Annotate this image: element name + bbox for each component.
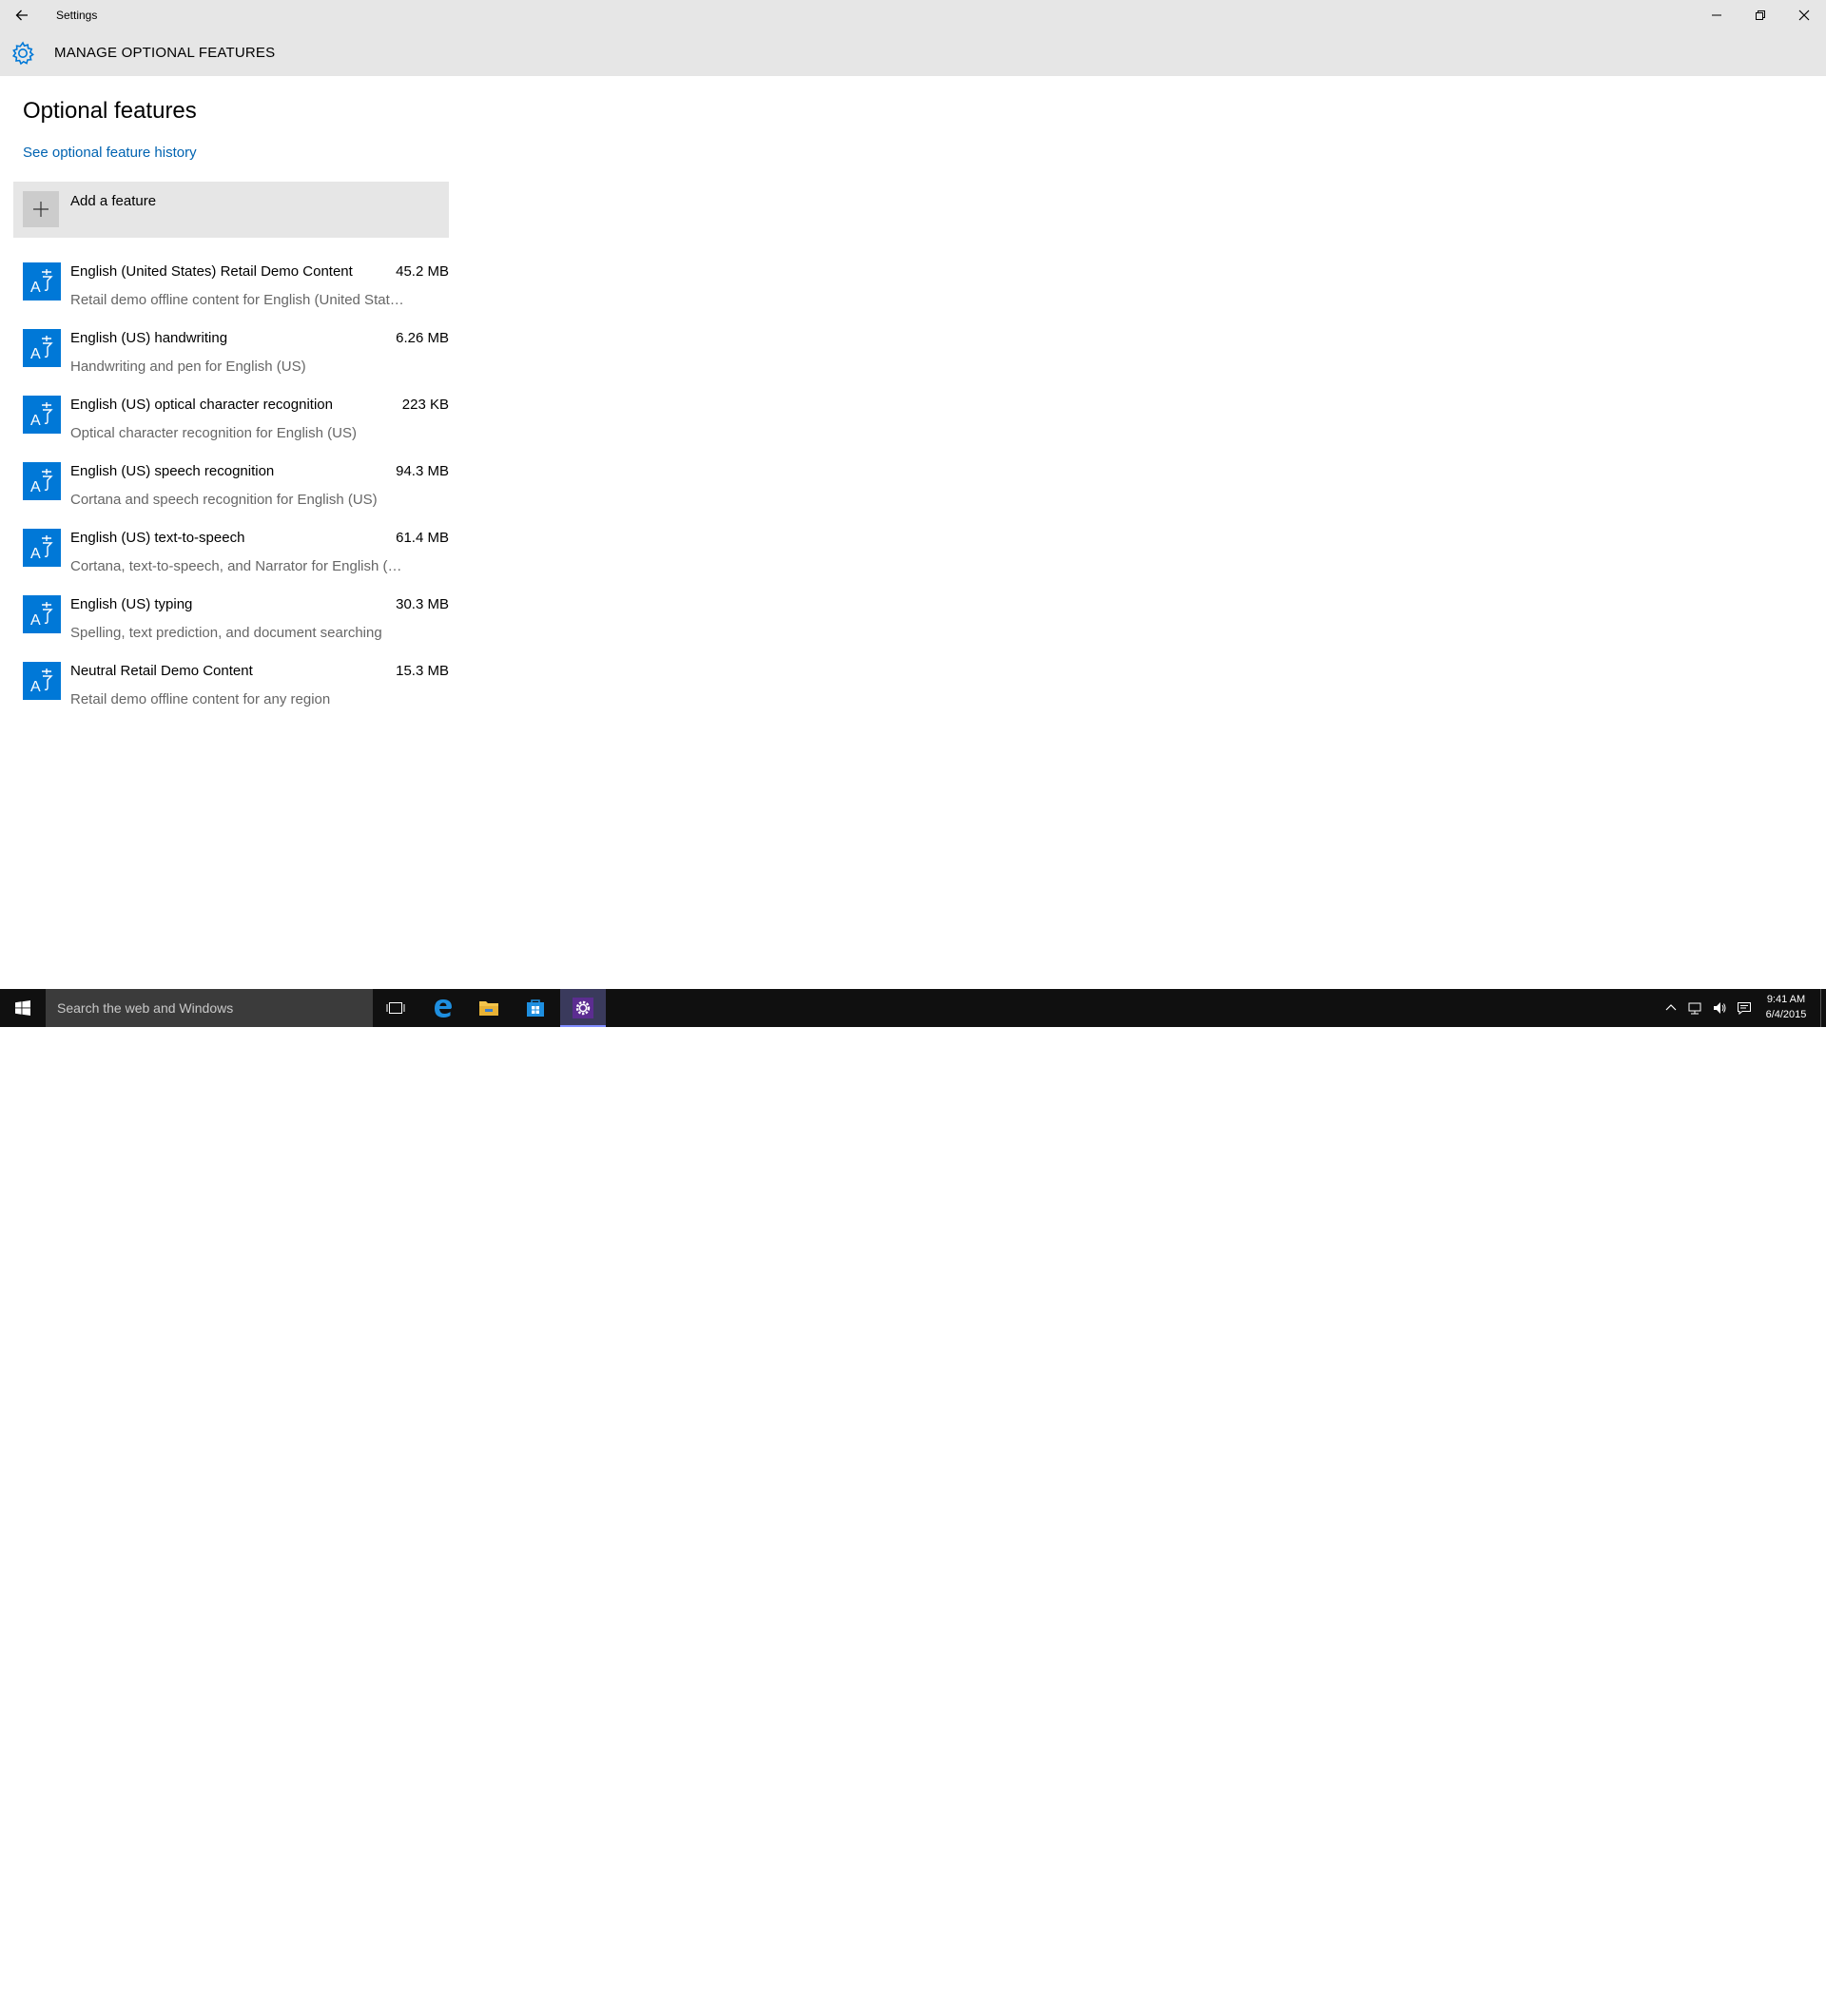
feature-description: Handwriting and pen for English (US) — [70, 359, 306, 375]
start-button[interactable] — [0, 989, 46, 1027]
feature-description: Cortana and speech recognition for Engli… — [70, 492, 378, 508]
task-view-icon — [386, 1002, 405, 1014]
folder-icon — [479, 1001, 498, 1016]
restore-button[interactable] — [1739, 0, 1782, 30]
feature-description: Cortana, text-to-speech, and Narrator fo… — [70, 558, 407, 574]
feature-name: English (US) speech recognition — [70, 463, 275, 479]
settings-gear-icon — [573, 998, 593, 1018]
feature-description: Optical character recognition for Englis… — [70, 425, 357, 441]
feature-name: English (US) typing — [70, 596, 193, 612]
close-icon — [1798, 10, 1810, 21]
svg-text:A: A — [30, 280, 41, 296]
feature-list: A English (United States) Retail Demo Co… — [23, 260, 449, 726]
volume-icon[interactable] — [1712, 1000, 1727, 1016]
search-input[interactable]: Search the web and Windows — [46, 989, 373, 1027]
svg-text:A: A — [30, 413, 41, 429]
svg-text:A: A — [30, 346, 41, 362]
task-view-button[interactable] — [373, 989, 418, 1027]
page-header: MANAGE OPTIONAL FEATURES — [0, 30, 1826, 76]
feature-item[interactable]: A English (US) text-to-speech 61.4 MB Co… — [23, 526, 449, 592]
feature-size: 30.3 MB — [396, 596, 449, 612]
close-button[interactable] — [1782, 0, 1826, 30]
chevron-up-icon[interactable] — [1664, 1001, 1678, 1015]
feature-item[interactable]: A Neutral Retail Demo Content 15.3 MB Re… — [23, 659, 449, 726]
language-icon: A — [23, 396, 61, 434]
feature-size: 15.3 MB — [396, 663, 449, 679]
clock[interactable]: 9:41 AM 6/4/2015 — [1758, 992, 1815, 1022]
clock-time: 9:41 AM — [1766, 994, 1806, 1005]
edge-button[interactable] — [420, 989, 466, 1027]
feature-name: Neutral Retail Demo Content — [70, 663, 253, 679]
language-icon: A — [23, 262, 61, 300]
notification-icon[interactable] — [1737, 1000, 1752, 1016]
minimize-button[interactable] — [1695, 0, 1739, 30]
feature-description: Spelling, text prediction, and document … — [70, 625, 382, 641]
language-icon: A — [23, 662, 61, 700]
feature-item[interactable]: A English (US) speech recognition 94.3 M… — [23, 459, 449, 526]
file-explorer-button[interactable] — [466, 989, 512, 1027]
feature-item[interactable]: A English (United States) Retail Demo Co… — [23, 260, 449, 326]
feature-description: Retail demo offline content for any regi… — [70, 691, 331, 708]
feature-size: 223 KB — [401, 397, 449, 413]
watermark-text: The Collection Book — [1647, 1982, 1801, 2001]
feature-item[interactable]: A English (US) optical character recogni… — [23, 393, 449, 459]
plus-icon — [23, 191, 59, 227]
svg-text:A: A — [30, 612, 41, 629]
show-desktop-button[interactable] — [1820, 989, 1826, 1027]
svg-text:A: A — [30, 479, 41, 495]
back-arrow-icon — [15, 10, 28, 21]
book-icon — [1591, 1978, 1639, 2014]
app-title: Settings — [56, 9, 98, 22]
network-icon[interactable] — [1687, 1000, 1702, 1016]
feature-name: English (US) text-to-speech — [70, 530, 245, 546]
feature-name: English (US) optical character recogniti… — [70, 397, 333, 413]
page-header-title: MANAGE OPTIONAL FEATURES — [54, 45, 276, 61]
system-tray — [1664, 989, 1752, 1027]
feature-history-link[interactable]: See optional feature history — [23, 145, 197, 161]
edge-icon — [435, 999, 452, 1018]
language-icon: A — [23, 329, 61, 367]
feature-description: Retail demo offline content for English … — [70, 292, 407, 308]
feature-name: English (United States) Retail Demo Cont… — [70, 263, 353, 280]
page-title: Optional features — [23, 98, 197, 124]
language-icon: A — [23, 595, 61, 633]
taskbar: Search the web and Windows The Collectio… — [0, 989, 1826, 2014]
feature-size: 61.4 MB — [396, 530, 449, 546]
settings-taskbar-button[interactable] — [560, 989, 606, 1027]
settings-window: Settings MANAGE OPTIONAL FEATURES Option… — [0, 0, 1826, 989]
feature-item[interactable]: A English (US) typing 30.3 MB Spelling, … — [23, 592, 449, 659]
svg-text:A: A — [30, 679, 41, 695]
feature-size: 94.3 MB — [396, 463, 449, 479]
feature-name: English (US) handwriting — [70, 330, 228, 346]
minimize-icon — [1712, 14, 1721, 16]
add-feature-label: Add a feature — [70, 193, 157, 209]
feature-size: 45.2 MB — [396, 263, 449, 280]
feature-size: 6.26 MB — [396, 330, 449, 346]
store-icon — [527, 999, 544, 1017]
language-icon: A — [23, 462, 61, 500]
language-icon: A — [23, 529, 61, 567]
windows-logo-icon — [15, 1000, 30, 1016]
store-button[interactable] — [513, 989, 558, 1027]
clock-date: 6/4/2015 — [1765, 1009, 1807, 1020]
restore-icon — [1756, 10, 1765, 20]
watermark: The Collection Book — [1588, 1974, 1807, 2016]
svg-text:A: A — [30, 546, 41, 562]
title-bar: Settings — [0, 0, 1826, 30]
gear-icon — [11, 41, 34, 66]
add-feature-button[interactable]: Add a feature — [13, 182, 449, 238]
search-placeholder: Search the web and Windows — [57, 1000, 234, 1016]
back-button[interactable] — [0, 0, 44, 30]
feature-item[interactable]: A English (US) handwriting 6.26 MB Handw… — [23, 326, 449, 393]
